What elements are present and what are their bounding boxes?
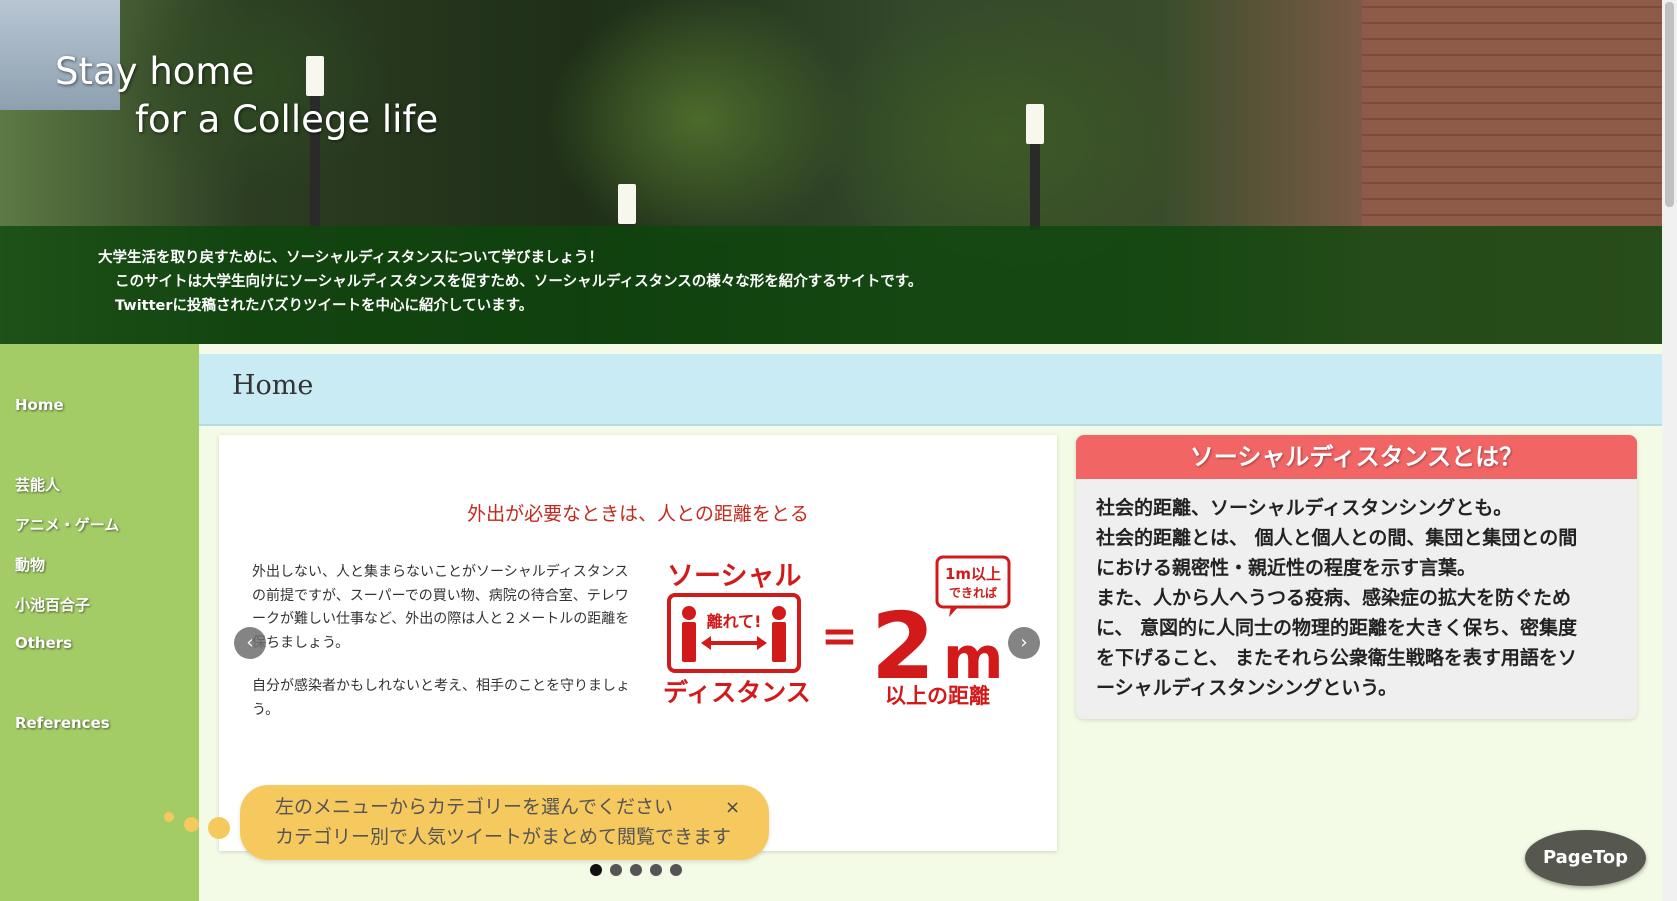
hero-banner: Stay home for a College life 大学生活を取り戻すため… (0, 0, 1662, 344)
toast-bubble-dot (184, 817, 199, 832)
graphic-caption: 以上の距離 (885, 684, 990, 708)
lamp-light (1026, 104, 1044, 144)
close-icon[interactable]: × (725, 793, 740, 823)
category-hint-toast: 左のメニューからカテゴリーを選んでください カテゴリー別で人気ツイートがまとめて… (240, 785, 769, 860)
intro-line2: このサイトは大学生向けにソーシャルディスタンスを促すため、ソーシャルディスタンス… (115, 274, 923, 290)
lamp-light (618, 184, 636, 224)
toast-line2: カテゴリー別で人気ツイートがまとめて閲覧できます (275, 826, 732, 848)
slide-title: 外出が必要なときは、人との距離をとる (467, 503, 809, 525)
sidebar-item-celebrities[interactable]: 芸能人 (15, 474, 60, 495)
slider-next-button[interactable]: › (1008, 627, 1040, 659)
info-line: 社会的距離、ソーシャルディスタンシングとも。 (1096, 497, 1513, 519)
intro-line3: Twitterに投稿されたバズりツイートを中心に紹介しています。 (115, 298, 534, 314)
info-line: また、人から人へうつる疫病、感染症の拡大を防ぐため (1096, 587, 1572, 609)
sidebar-item-others[interactable]: Others (15, 634, 72, 652)
info-line: ーシャルディスタンシングという。 (1096, 677, 1398, 699)
scrollbar-thumb[interactable] (1665, 2, 1674, 207)
sidebar-item-anime-game[interactable]: アニメ・ゲーム (15, 514, 119, 535)
info-line: 社会的距離とは、 個人と個人との間、集団と集団との間 (1096, 527, 1578, 549)
scrollbar[interactable] (1662, 0, 1677, 901)
graphic-bottom-text: ディスタンス (663, 678, 811, 707)
info-heading: ソーシャルディスタンスとは？ (1076, 435, 1637, 479)
toast-bubble-dot (164, 812, 174, 822)
site-title-line2: for a College life (135, 98, 439, 141)
slider-prev-button[interactable]: ‹ (234, 627, 266, 659)
chevron-right-icon: › (1020, 632, 1028, 653)
graphic-unit: m (943, 624, 1003, 692)
site-title: Stay home for a College life (55, 48, 438, 144)
sidebar-item-home[interactable]: Home (15, 396, 64, 414)
page-header: Home (199, 354, 1662, 426)
person-left-icon (682, 606, 696, 662)
graphic-equals: = (821, 611, 858, 662)
info-line: における親密性・親近性の程度を示す言葉。 (1096, 557, 1477, 579)
slider-dot[interactable] (650, 864, 662, 876)
page-title: Home (232, 370, 314, 401)
hero-building (1362, 0, 1662, 230)
intro-band: 大学生活を取り戻すために、ソーシャルディスタンスについて学びましょう！ このサイ… (0, 226, 1662, 344)
slider-dot[interactable] (630, 864, 642, 876)
info-body: 社会的距離、ソーシャルディスタンシングとも。 社会的距離とは、 個人と個人との間… (1076, 479, 1637, 703)
sidebar-item-animals[interactable]: 動物 (15, 554, 45, 575)
intro-line1: 大学生活を取り戻すために、ソーシャルディスタンスについて学びましょう！ (98, 250, 604, 266)
social-distance-graphic: ソーシャル 離れて! ディスタンス = 2 m 1m以上 できれば 以上の距離 (663, 555, 1011, 708)
chevron-left-icon: ‹ (246, 632, 254, 653)
graphic-mid-text: 離れて! (707, 612, 762, 631)
slide-paragraph: 外出しない、人と集まらないことがソーシャルディスタンスの前提ですが、スーパーでの… (252, 564, 630, 651)
graphic-top-text: ソーシャル (667, 561, 801, 592)
slider-dot[interactable] (590, 864, 602, 876)
slider-dot[interactable] (610, 864, 622, 876)
sidebar-item-references[interactable]: References (15, 714, 110, 732)
person-right-icon (772, 606, 786, 662)
sidebar-item-koike[interactable]: 小池百合子 (15, 594, 90, 615)
info-card: ソーシャルディスタンスとは？ 社会的距離、ソーシャルディスタンシングとも。 社会… (1076, 435, 1637, 719)
slide-paragraph: 自分が感染者かもしれないと考え、相手のことを守りましょう。 (252, 678, 630, 718)
slide-text: 外出しない、人と集まらないことがソーシャルディスタンスの前提ですが、スーパーでの… (252, 561, 642, 722)
page-top-button[interactable]: PageTop (1525, 830, 1646, 886)
info-line: に、 意図的に人同士の物理的距離を大きく保ち、密集度 (1096, 617, 1578, 639)
callout-line1: 1m以上 (945, 565, 1001, 583)
toast-line1: 左のメニューからカテゴリーを選んでください (275, 796, 674, 818)
slider-dots (590, 864, 682, 876)
toast-bubble-dot (208, 817, 230, 839)
slider-dot[interactable] (670, 864, 682, 876)
info-line: を下げること、 またそれら公衆衛生戦略を表す用語をソ (1096, 647, 1577, 669)
callout-line2: できれば (949, 585, 997, 600)
site-title-line1: Stay home (55, 50, 255, 93)
